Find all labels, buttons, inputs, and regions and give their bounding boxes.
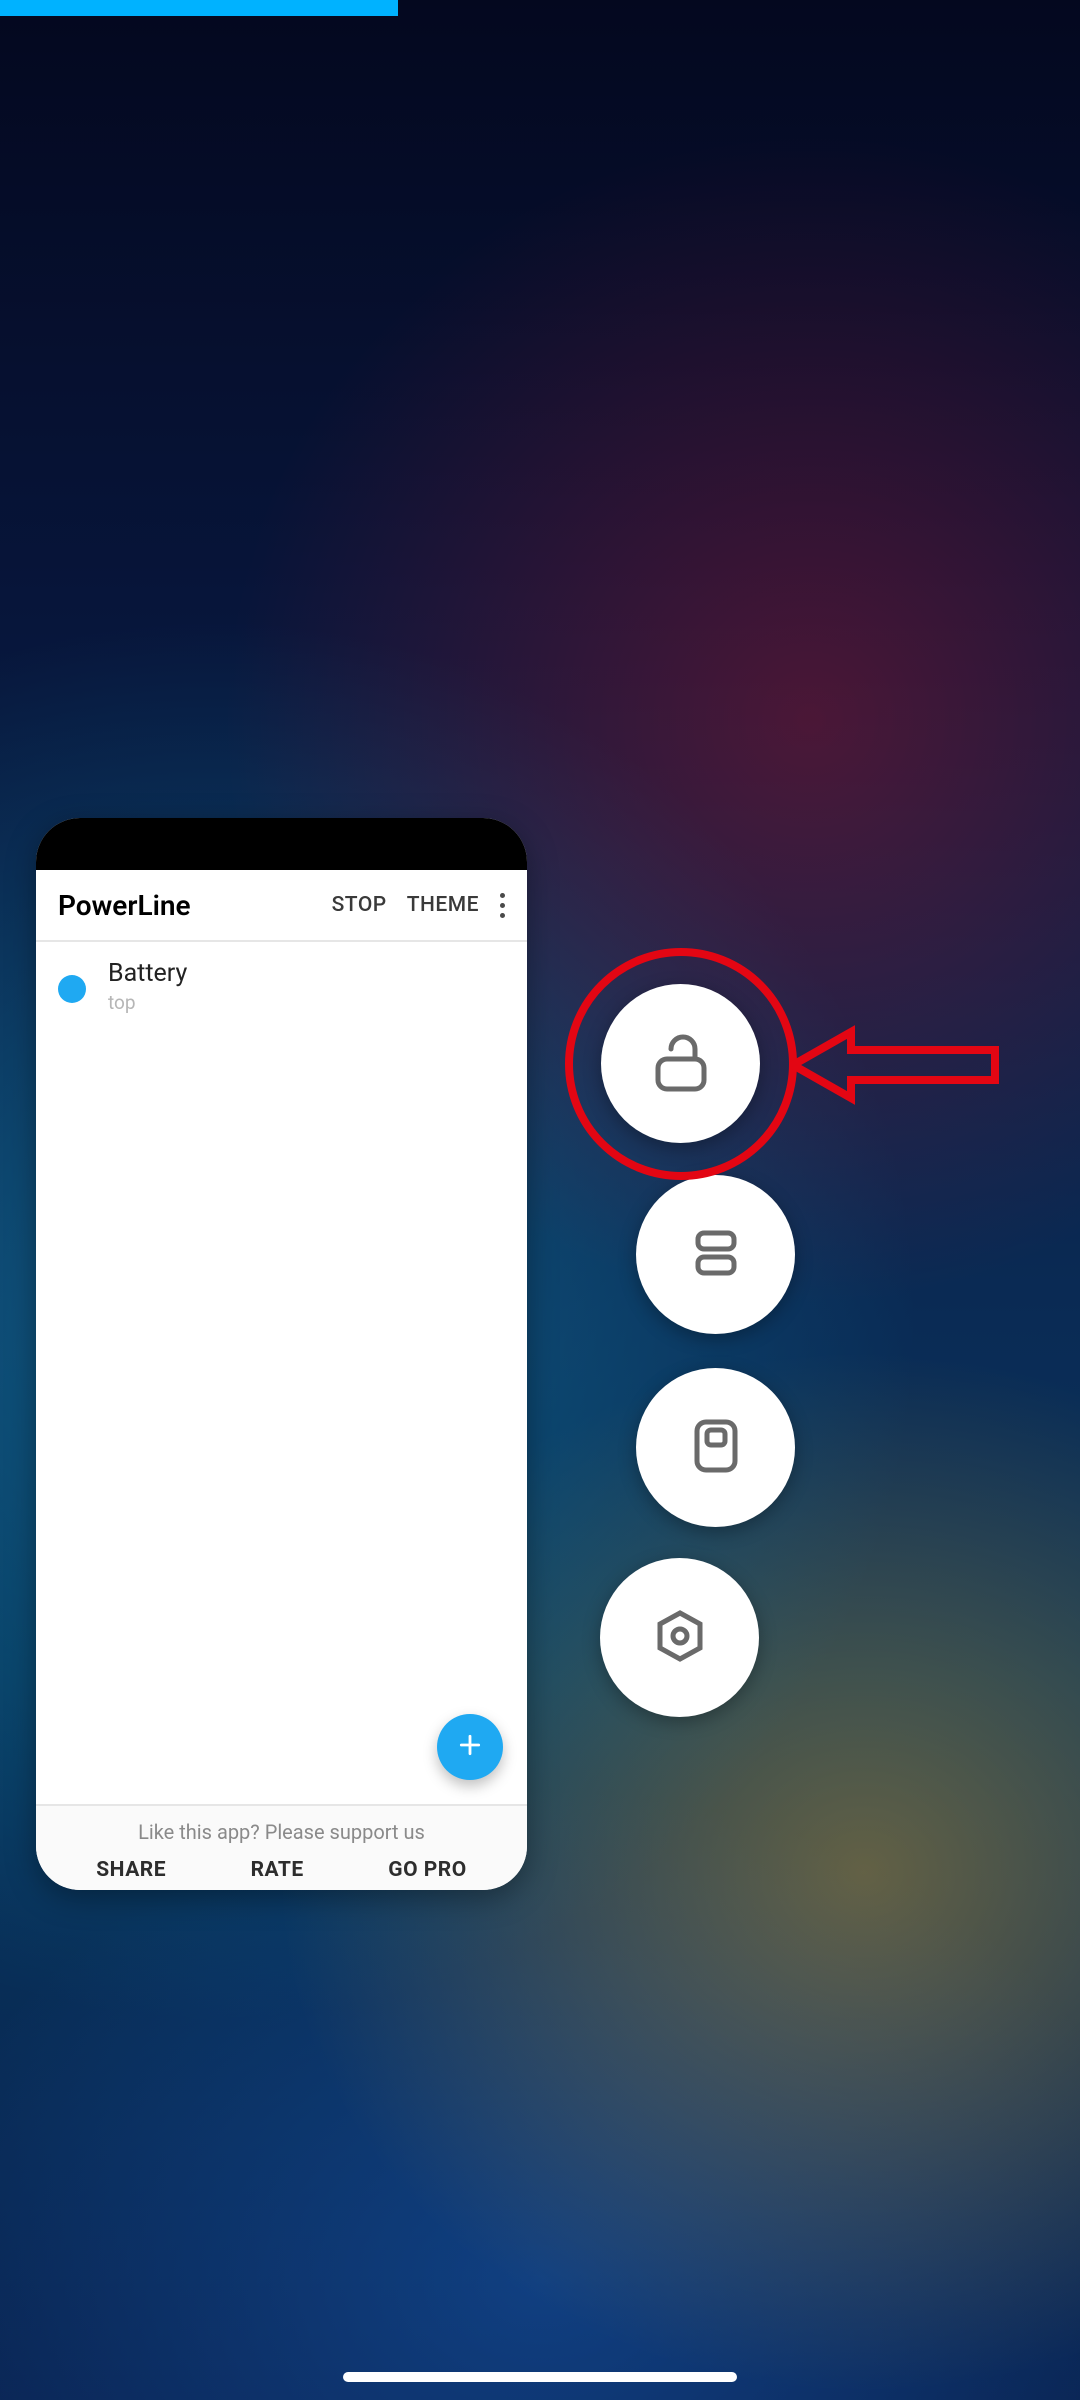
lock-button[interactable] [601,984,760,1143]
add-indicator-fab[interactable] [437,1714,503,1780]
list-item[interactable]: Battery top [36,942,527,1030]
list-item-title: Battery [108,960,187,989]
overflow-menu-button[interactable] [489,885,509,926]
color-dot-icon [58,975,86,1003]
floating-window-icon [688,1415,744,1481]
theme-button[interactable]: THEME [397,885,489,925]
share-button[interactable]: SHARE [96,1858,166,1882]
window-button[interactable] [636,1368,795,1527]
settings-button[interactable] [600,1558,759,1717]
app-toolbar: PowerLine STOP THEME [36,870,527,942]
indicator-list: Battery top [36,942,527,1804]
list-item-subtitle: top [108,991,187,1014]
app-statusbar [36,818,527,870]
split-screen-icon [688,1225,744,1285]
go-pro-button[interactable]: GO PRO [388,1858,466,1882]
split-button[interactable] [636,1175,795,1334]
rate-button[interactable]: RATE [251,1858,304,1882]
unlock-icon [651,1029,711,1099]
annotation-arrow-left-icon [789,1022,999,1108]
home-indicator[interactable] [343,2372,737,2382]
app-footer: Like this app? Please support us SHARE R… [36,1804,527,1890]
stop-button[interactable]: STOP [322,885,397,925]
list-item-texts: Battery top [108,960,187,1014]
plus-icon [457,1732,483,1762]
app-title: PowerLine [58,889,322,922]
recent-app-card-powerline[interactable]: PowerLine STOP THEME Battery top Like th… [36,818,527,1890]
support-text: Like this app? Please support us [36,1806,527,1852]
hex-settings-icon [651,1607,709,1669]
powerline-indicator-bar [0,0,398,16]
more-vert-icon [500,893,505,898]
